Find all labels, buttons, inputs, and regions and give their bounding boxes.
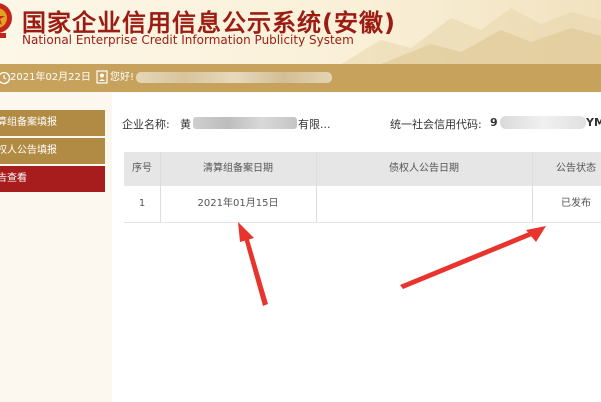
cell-creditor-date	[316, 186, 532, 222]
sidebar-item-creditor-notice[interactable]: 权人公告填报	[0, 138, 105, 164]
company-name-redacted	[193, 117, 297, 129]
column-header-filing-date: 清算组备案日期	[203, 163, 273, 174]
column-divider	[316, 152, 317, 222]
sidebar-item-label: 权人公告填报	[0, 145, 57, 156]
sidebar-item-notice-view[interactable]: 告查看	[0, 166, 105, 192]
cell-seq: 1	[138, 198, 146, 209]
credit-code-prefix: 9	[490, 116, 498, 129]
company-name-prefix: 黄	[180, 118, 191, 131]
company-name-label: 企业名称:	[122, 118, 170, 131]
national-emblem-icon	[0, 3, 12, 38]
company-name-suffix: 有限...	[298, 118, 331, 131]
column-header-creditor-date: 债权人公告日期	[389, 163, 459, 174]
credit-code-suffix: YM	[586, 116, 601, 129]
site-subtitle-en: National Enterprise Credit Information P…	[22, 33, 354, 47]
column-divider	[160, 152, 161, 222]
column-header-seq: 序号	[132, 163, 152, 174]
column-header-status: 公告状态	[556, 163, 596, 174]
credit-code-redacted	[500, 116, 586, 129]
sidebar-item-label: 告查看	[0, 173, 27, 184]
user-greeting: 您好!	[110, 72, 135, 83]
user-card-icon	[96, 70, 108, 84]
current-date: 2021年02月22日	[10, 72, 91, 83]
cell-filing-date: 2021年01月15日	[197, 198, 279, 209]
sidebar-item-liquidation-filing[interactable]: 算组备案填报	[0, 110, 105, 136]
sidebar-item-label: 算组备案填报	[0, 117, 57, 128]
user-name-redacted	[136, 72, 332, 83]
cell-status: 已发布	[561, 198, 591, 209]
credit-code-label: 统一社会信用代码:	[390, 118, 482, 131]
column-divider	[532, 152, 533, 222]
main-content	[112, 92, 601, 402]
